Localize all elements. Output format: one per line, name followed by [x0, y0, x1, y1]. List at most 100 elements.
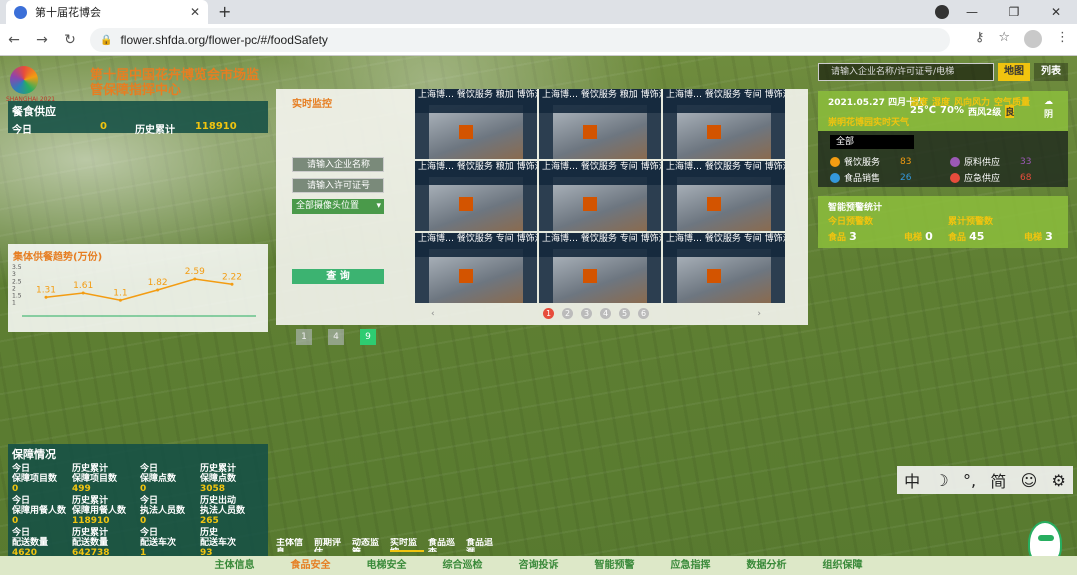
star-icon[interactable]: ☆: [998, 30, 1010, 48]
ime-settings-icon[interactable]: ⚙: [1052, 471, 1066, 490]
grid-option-4[interactable]: 4: [328, 329, 344, 345]
guard-stat-label: 配送数量: [12, 538, 49, 548]
prev-page-icon[interactable]: ‹: [431, 309, 435, 319]
avatar[interactable]: [1024, 30, 1042, 48]
camera-image: [553, 105, 647, 159]
ime-punct-icon[interactable]: °,: [963, 471, 976, 490]
url-field[interactable]: 🔒 flower.shfda.org/flower-pc/#/foodSafet…: [90, 28, 950, 52]
subnav-item[interactable]: 实时监控: [390, 538, 424, 552]
nav-tab[interactable]: 应急指挥: [653, 556, 729, 575]
reload-icon[interactable]: ↻: [56, 32, 84, 48]
guard-stat-label: 保障用餐人数: [12, 506, 67, 516]
category-filter-panel: 全部 餐饮服务 83 原料供应 33 食品销售 26 应急供应 68: [818, 131, 1068, 187]
nav-tab[interactable]: 智能预警: [577, 556, 653, 575]
legend-count: 83: [900, 156, 912, 167]
camera-grid: 上海博… 餐饮服务 粮加 博饰汇 上海博… 餐饮服务 粮加 博饰汇 上海博… 餐饮服…: [415, 89, 787, 303]
lock-icon[interactable]: 🔒: [100, 35, 112, 46]
ime-moon-icon[interactable]: ☽: [934, 471, 948, 490]
subnav-item[interactable]: 食品追溯: [466, 538, 500, 552]
next-page-icon[interactable]: ›: [757, 309, 761, 319]
page-number[interactable]: 2: [562, 308, 573, 319]
grid-option-1[interactable]: 1: [296, 329, 312, 345]
nav-tab[interactable]: 食品安全: [273, 556, 349, 575]
menu-icon[interactable]: ⋮: [1056, 30, 1069, 48]
supply-total-label: 历史累计: [134, 125, 175, 136]
camera-feed[interactable]: 上海博… 餐饮服务 专间 博饰汇: [539, 233, 661, 303]
guard-stat: 历史出动 执法人员数 265: [200, 496, 264, 526]
key-icon[interactable]: ⚷: [975, 30, 985, 48]
supply-today-value: 0: [100, 121, 107, 132]
close-icon[interactable]: ✕: [190, 5, 200, 19]
camera-image: [429, 177, 523, 231]
guard-stat: 历史累计 保障点数 3058: [200, 464, 264, 494]
nav-tab[interactable]: 咨询投诉: [501, 556, 577, 575]
camera-image: [677, 249, 771, 303]
legend-item[interactable]: 原料供应 33: [950, 155, 1031, 168]
ime-simplified-icon[interactable]: 简: [990, 468, 1006, 492]
query-button[interactable]: 查 询: [292, 269, 384, 284]
nav-tab[interactable]: 组织保障: [805, 556, 881, 575]
nav-tab[interactable]: 综合巡检: [425, 556, 501, 575]
guard-stat-value: 0: [140, 484, 147, 494]
camera-feed[interactable]: 上海博… 餐饮服务 专间 博饰汇: [539, 161, 661, 231]
camera-feed[interactable]: 上海博… 餐饮服务 专间 博饰汇: [663, 161, 785, 231]
subnav-item[interactable]: 主体信息: [276, 538, 310, 552]
page-number[interactable]: 3: [581, 308, 592, 319]
camera-feed[interactable]: 上海博… 餐饮服务 粮加 博饰汇: [415, 89, 537, 159]
forward-icon[interactable]: →: [28, 32, 56, 48]
category-select[interactable]: 全部: [830, 135, 914, 149]
ime-emoji-icon[interactable]: ☺: [1021, 471, 1038, 490]
camera-label: 上海博… 餐饮服务 专间 博饰汇: [539, 233, 661, 257]
legend-item[interactable]: 食品销售 26: [830, 171, 911, 184]
ime-chinese-icon[interactable]: 中: [904, 468, 920, 492]
camera-location-select[interactable]: 全部摄像头位置 ▾: [292, 199, 384, 214]
map-view-button[interactable]: 地图: [998, 63, 1030, 81]
nav-tab[interactable]: 主体信息: [197, 556, 273, 575]
legend-item[interactable]: 餐饮服务 83: [830, 155, 911, 168]
enterprise-search-input[interactable]: 请输入企业名称/许可证号/电梯: [818, 63, 994, 81]
page-number[interactable]: 1: [543, 308, 554, 319]
grid-option-9[interactable]: 9: [360, 329, 376, 345]
page-number[interactable]: 5: [619, 308, 630, 319]
legend-dot-icon: [950, 172, 960, 183]
guard-stat: 历史累计 配送数量 642738: [72, 528, 140, 558]
guard-stat-label: 历史累计: [72, 528, 109, 538]
page-numbers: 123456: [543, 308, 649, 319]
subnav-item[interactable]: 动态监管: [352, 538, 386, 552]
page-number[interactable]: 6: [638, 308, 649, 319]
company-input[interactable]: 请输入企业名称: [292, 157, 384, 172]
guard-stat-value: 3058: [200, 484, 226, 494]
y-tick-label: 1: [12, 300, 16, 307]
guard-stat-label: 执法人员数: [140, 506, 186, 516]
maximize-icon[interactable]: ❐: [993, 5, 1035, 19]
subnav-item[interactable]: 食品巡查: [428, 538, 462, 552]
camera-feed[interactable]: 上海博… 餐饮服务 粮加 博饰汇: [415, 161, 537, 231]
nav-tab[interactable]: 数据分析: [729, 556, 805, 575]
nav-tab[interactable]: 电梯安全: [349, 556, 425, 575]
minimize-icon[interactable]: —: [951, 5, 993, 19]
new-tab-icon[interactable]: +: [218, 2, 231, 21]
guard-stat-label: 保障项目数: [72, 474, 118, 484]
profile-icon[interactable]: [935, 5, 949, 19]
page-number[interactable]: 4: [600, 308, 611, 319]
supply-row: 今日 0 历史累计 118910: [8, 121, 268, 136]
guard-stat-label: 保障点数: [200, 474, 237, 484]
supply-total-value: 118910: [194, 121, 237, 132]
license-input[interactable]: 请输入许可证号: [292, 178, 384, 193]
monitor-panel: 实时监控 请输入企业名称 请输入许可证号 全部摄像头位置 ▾ 查 询 1 4 9…: [276, 89, 808, 345]
warning-lift-label: 电梯: [1024, 233, 1043, 243]
data-label: 1.31: [36, 285, 56, 295]
camera-feed[interactable]: 上海博… 餐饮服务 专间 博饰汇: [415, 233, 537, 303]
back-icon[interactable]: ←: [0, 32, 28, 48]
subnav-item[interactable]: 前期评估: [314, 538, 348, 552]
camera-select-value: 全部摄像头位置: [296, 201, 360, 211]
guard-stat: 今日 保障用餐人数 0: [12, 496, 72, 526]
legend-item[interactable]: 应急供应 68: [950, 171, 1031, 184]
guard-stat: 今日 配送车次 1: [140, 528, 200, 558]
camera-feed[interactable]: 上海博… 餐饮服务 专间 博饰汇: [663, 89, 785, 159]
close-window-icon[interactable]: ✕: [1035, 5, 1077, 19]
list-view-button[interactable]: 列表: [1034, 63, 1068, 81]
browser-tab[interactable]: 第十届花博会 ✕: [6, 0, 208, 24]
camera-feed[interactable]: 上海博… 餐饮服务 专间 博饰汇: [663, 233, 785, 303]
camera-feed[interactable]: 上海博… 餐饮服务 粮加 博饰汇: [539, 89, 661, 159]
